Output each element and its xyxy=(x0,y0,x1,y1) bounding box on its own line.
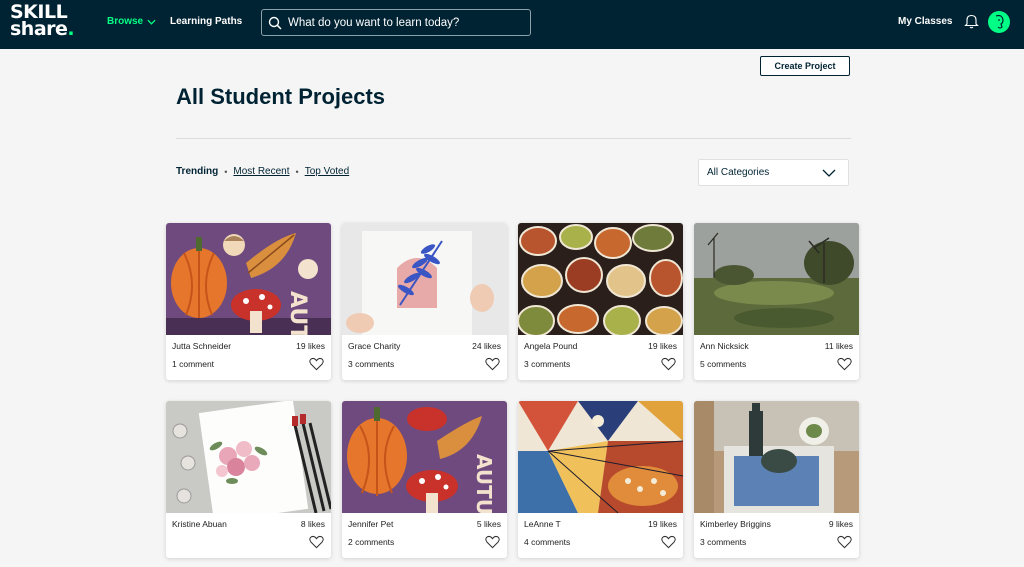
heart-icon[interactable] xyxy=(661,357,676,371)
project-thumbnail: AUTUM xyxy=(342,401,507,513)
project-likes: 11 likes xyxy=(824,341,853,351)
project-card[interactable]: Ann Nicksick 11 likes 5 comments xyxy=(694,223,859,380)
svg-text:AUTUM: AUTUM xyxy=(472,454,496,513)
avatar-face-icon xyxy=(995,14,1004,29)
project-comments[interactable]: 4 comments xyxy=(524,537,570,547)
project-likes: 5 likes xyxy=(476,519,501,529)
project-card[interactable]: Grace Charity 24 likes 3 comments xyxy=(342,223,507,380)
project-card[interactable]: Angela Pound 19 likes 3 comments xyxy=(518,223,683,380)
project-thumbnail xyxy=(694,223,859,335)
sort-top-voted[interactable]: Top Voted xyxy=(305,166,349,177)
project-author[interactable]: Ann Nicksick xyxy=(700,341,749,351)
skillshare-logo[interactable]: SKILL share. xyxy=(10,3,80,40)
project-likes: 19 likes xyxy=(648,519,677,529)
project-comments[interactable]: 3 comments xyxy=(524,359,570,369)
project-author[interactable]: Kristine Abuan xyxy=(172,519,227,529)
sort-separator: • xyxy=(224,166,228,177)
learning-paths-link[interactable]: Learning Paths xyxy=(170,16,242,27)
top-navigation-bar: SKILL share. Browse Learning Paths My Cl… xyxy=(0,0,1024,49)
heart-icon[interactable] xyxy=(485,535,500,549)
search-input[interactable] xyxy=(288,16,518,29)
search-icon xyxy=(268,16,282,30)
sort-most-recent[interactable]: Most Recent xyxy=(233,166,289,177)
sort-trending[interactable]: Trending xyxy=(176,166,218,177)
project-author[interactable]: Jutta Schneider xyxy=(172,341,231,351)
browse-label: Browse xyxy=(107,16,144,27)
project-author[interactable]: Kimberley Briggins xyxy=(700,519,771,529)
project-likes: 24 likes xyxy=(472,341,501,351)
avatar[interactable] xyxy=(988,11,1010,33)
project-author[interactable]: Grace Charity xyxy=(348,341,400,351)
project-card[interactable]: Kristine Abuan 8 likes xyxy=(166,401,331,558)
heart-icon[interactable] xyxy=(837,357,852,371)
project-thumbnail: AUT xyxy=(166,223,331,335)
sort-separator: • xyxy=(295,166,299,177)
chevron-down-icon xyxy=(822,169,836,177)
heart-icon[interactable] xyxy=(661,535,676,549)
project-card[interactable]: AUT Jutta Schneider 19 likes 1 comment xyxy=(166,223,331,380)
project-thumbnail xyxy=(518,223,683,335)
svg-text:AUT: AUT xyxy=(285,291,310,335)
bell-icon[interactable] xyxy=(964,13,979,29)
my-classes-link[interactable]: My Classes xyxy=(898,16,952,27)
project-author[interactable]: Angela Pound xyxy=(524,341,577,351)
divider xyxy=(176,138,851,139)
project-likes: 8 likes xyxy=(300,519,325,529)
search-bar[interactable] xyxy=(261,9,531,36)
project-likes: 19 likes xyxy=(296,341,325,351)
project-thumbnail xyxy=(166,401,331,513)
chevron-down-icon xyxy=(147,19,156,25)
project-card[interactable]: LeAnne T 19 likes 4 comments xyxy=(518,401,683,558)
project-thumbnail xyxy=(518,401,683,513)
project-likes: 9 likes xyxy=(828,519,853,529)
logo-line-2-wrap: share. xyxy=(10,18,80,40)
project-thumbnail xyxy=(694,401,859,513)
heart-icon[interactable] xyxy=(485,357,500,371)
create-project-button[interactable]: Create Project xyxy=(760,56,850,76)
logo-dot: . xyxy=(67,18,75,40)
category-select[interactable]: All Categories xyxy=(698,159,849,186)
project-comments[interactable]: 2 comments xyxy=(348,537,394,547)
project-likes: 19 likes xyxy=(648,341,677,351)
project-comments[interactable]: 1 comment xyxy=(172,359,214,369)
project-card[interactable]: AUTUM Jennifer Pet 5 likes 2 comments xyxy=(342,401,507,558)
project-author[interactable]: LeAnne T xyxy=(524,519,561,529)
project-card[interactable]: Kimberley Briggins 9 likes 3 comments xyxy=(694,401,859,558)
project-comments[interactable]: 5 comments xyxy=(700,359,746,369)
category-select-value: All Categories xyxy=(707,167,770,178)
heart-icon[interactable] xyxy=(309,535,324,549)
sort-options: Trending • Most Recent • Top Voted xyxy=(176,166,349,177)
project-author[interactable]: Jennifer Pet xyxy=(348,519,393,529)
heart-icon[interactable] xyxy=(837,535,852,549)
logo-line-2: share xyxy=(10,18,68,40)
browse-menu[interactable]: Browse xyxy=(107,16,156,27)
project-thumbnail xyxy=(342,223,507,335)
page-title: All Student Projects xyxy=(176,84,386,109)
heart-icon[interactable] xyxy=(309,357,324,371)
project-comments[interactable]: 3 comments xyxy=(700,537,746,547)
project-comments[interactable]: 3 comments xyxy=(348,359,394,369)
